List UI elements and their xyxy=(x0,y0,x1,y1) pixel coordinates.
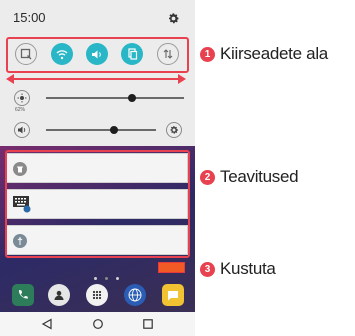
callout-label: Teavitused xyxy=(220,167,299,186)
callout-number: 1 xyxy=(200,46,215,62)
data-icon xyxy=(127,48,137,60)
status-time: 15:00 xyxy=(13,10,46,25)
navigation-bar xyxy=(0,312,195,336)
volume-thumb[interactable] xyxy=(110,126,119,134)
quick-setting-data[interactable] xyxy=(121,43,143,65)
back-icon[interactable] xyxy=(40,317,54,331)
callout-notifications: 2 Teavitused xyxy=(200,167,299,187)
brightness-slider[interactable]: 62% xyxy=(0,88,195,113)
notification-shade: 15:00 62% xyxy=(0,0,195,146)
brightness-icon xyxy=(14,90,30,106)
quick-setting-sound[interactable] xyxy=(86,43,108,65)
callout-label: Kiirseadete ala xyxy=(220,44,328,63)
screenshot-icon xyxy=(20,48,32,60)
volume-slider[interactable] xyxy=(0,120,195,140)
callout-label: Kustuta xyxy=(220,259,276,278)
callout-number: 2 xyxy=(200,169,215,185)
status-bar: 15:00 xyxy=(0,0,195,34)
dock xyxy=(0,282,195,310)
brightness-thumb[interactable] xyxy=(127,94,136,102)
volume-icon xyxy=(14,122,30,138)
messages-icon[interactable] xyxy=(162,284,184,306)
quick-setting-screenshot[interactable] xyxy=(15,43,37,65)
volume-icon xyxy=(92,50,101,58)
gear-icon[interactable] xyxy=(167,12,180,25)
callout-quick-settings: 1 Kiirseadete ala xyxy=(200,44,328,64)
apps-icon[interactable] xyxy=(86,284,108,306)
volume-track[interactable] xyxy=(46,129,156,131)
callout-clear: 3 Kustuta xyxy=(200,259,276,279)
phone-icon[interactable] xyxy=(12,284,34,306)
clear-button[interactable] xyxy=(158,262,185,273)
contacts-icon[interactable] xyxy=(48,284,70,306)
browser-icon[interactable] xyxy=(124,284,146,306)
quick-setting-sync[interactable] xyxy=(157,43,179,65)
recents-icon[interactable] xyxy=(141,317,155,331)
quick-setting-wifi[interactable] xyxy=(51,43,73,65)
wifi-icon xyxy=(56,49,68,59)
brightness-track[interactable] xyxy=(46,97,184,99)
gear-icon xyxy=(170,126,178,134)
callout-number: 3 xyxy=(200,261,215,277)
brightness-percent: 62% xyxy=(15,107,26,113)
sync-icon xyxy=(163,49,173,59)
notifications-highlight xyxy=(5,150,190,258)
home-icon[interactable] xyxy=(91,317,105,331)
volume-settings-button[interactable] xyxy=(166,122,182,138)
phone-screen: 15:00 62% xyxy=(0,0,195,336)
scroll-arrow xyxy=(6,74,186,84)
